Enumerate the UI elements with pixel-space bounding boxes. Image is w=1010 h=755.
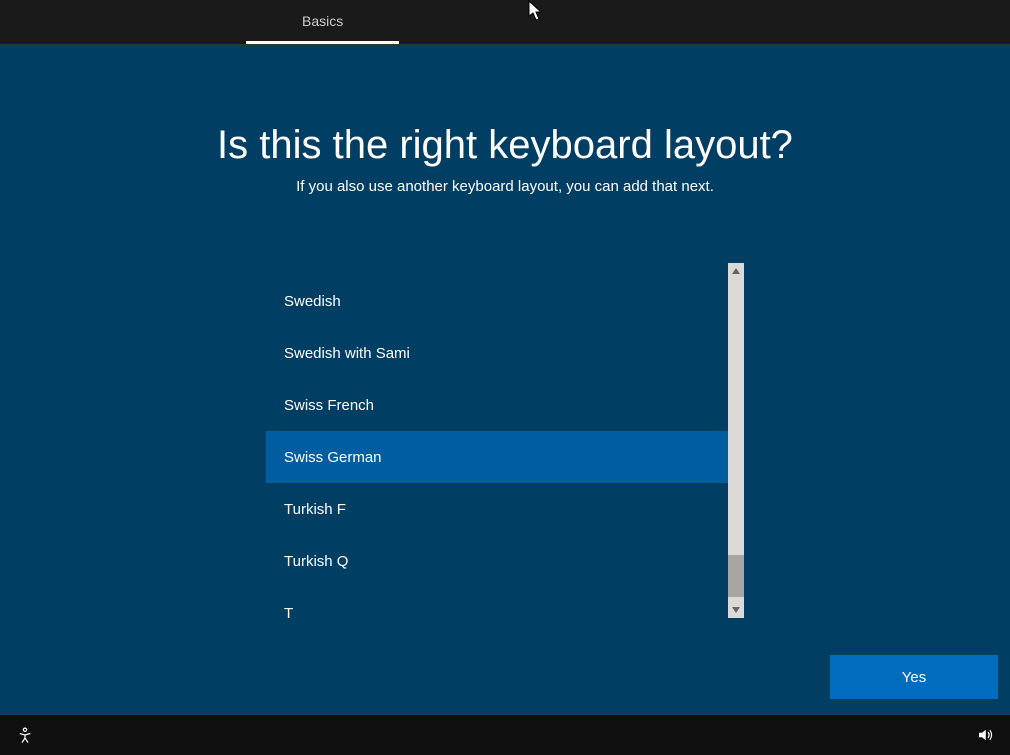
list-item-label: Swiss French xyxy=(284,397,374,414)
list-item[interactable]: Turkish F xyxy=(266,483,728,535)
page-title: Is this the right keyboard layout? xyxy=(217,123,793,168)
main-panel: Is this the right keyboard layout? If yo… xyxy=(0,45,1010,715)
keyboard-layout-list: Standard Swedish Swedish with Sami Swiss Fr… xyxy=(266,263,744,618)
scroll-thumb[interactable] xyxy=(728,555,744,597)
yes-button[interactable]: Yes xyxy=(830,655,998,699)
list-item[interactable]: Swiss German xyxy=(266,431,728,483)
confirm-row: Yes xyxy=(830,655,998,699)
ease-of-access-icon[interactable] xyxy=(14,724,36,746)
list-item[interactable]: Swiss French xyxy=(266,379,728,431)
list-item-label: Swiss German xyxy=(284,449,382,466)
list-item-label: T xyxy=(284,605,293,619)
page-subtitle: If you also use another keyboard layout,… xyxy=(296,178,714,195)
list-item[interactable]: Standard xyxy=(266,263,728,275)
scroll-down-arrow[interactable] xyxy=(728,602,744,618)
list-item-label: Turkish Q xyxy=(284,553,348,570)
tab-bar: Basics xyxy=(0,0,1010,45)
list-item-label: Turkish F xyxy=(284,501,346,518)
list-item-label: Swedish xyxy=(284,293,341,310)
list-item[interactable]: T xyxy=(266,587,728,618)
list-item-label: Swedish with Sami xyxy=(284,345,410,362)
tab-basics-label: Basics xyxy=(302,13,343,29)
tab-spacer xyxy=(0,0,246,44)
list-item[interactable]: Swedish xyxy=(266,275,728,327)
scrollbar[interactable] xyxy=(728,263,744,618)
volume-icon[interactable] xyxy=(974,724,996,746)
tab-basics[interactable]: Basics xyxy=(246,0,399,44)
list-viewport: Standard Swedish Swedish with Sami Swiss Fr… xyxy=(266,263,728,618)
bottom-bar xyxy=(0,715,1010,755)
list-item[interactable]: Turkish Q xyxy=(266,535,728,587)
list-item[interactable]: Swedish with Sami xyxy=(266,327,728,379)
yes-button-label: Yes xyxy=(902,669,926,686)
scroll-up-arrow[interactable] xyxy=(728,263,744,279)
